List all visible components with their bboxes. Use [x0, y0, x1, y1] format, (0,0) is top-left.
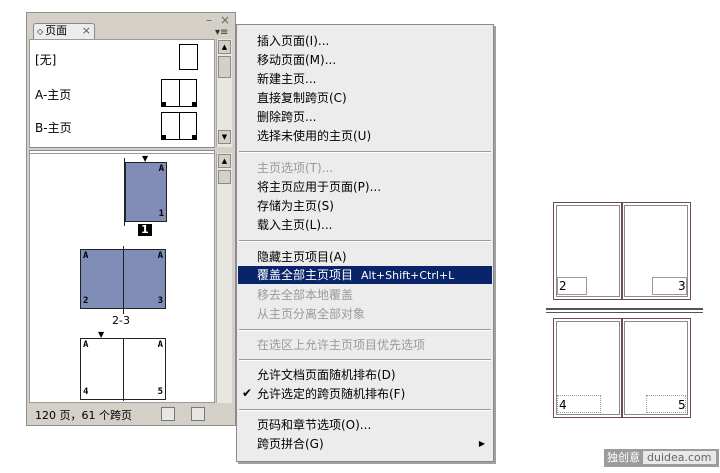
document-pages-list: ▼ A 1 1 A A 2 3 2-3 ▼ A A 4 5 [29, 153, 215, 403]
menu-separator [239, 359, 491, 361]
check-icon: ✔ [242, 386, 253, 400]
new-page-icon[interactable] [161, 407, 175, 421]
menu-item-duplicate-spread[interactable]: 直接复制跨页(C) [257, 89, 347, 107]
spread-number-2-3: 2-3 [112, 314, 130, 327]
master-thumbnail[interactable] [161, 79, 197, 107]
illus-page-number: 5 [678, 398, 686, 412]
tab-close-icon[interactable]: × [82, 24, 91, 38]
menu-item-hide-master-items[interactable]: 隐藏主页项目(A) [257, 248, 347, 266]
panel-menu-icon[interactable]: ▾≡ [215, 27, 228, 38]
watermark-brand: 独创意 [607, 451, 640, 464]
tab-label: 页面 [45, 24, 68, 37]
menu-item-select-unused-masters[interactable]: 选择未使用的主页(U) [257, 127, 371, 145]
illus-page-number: 4 [559, 398, 567, 412]
panel-title-bar: ◇ 页面 × – × ▾≡ [27, 13, 235, 39]
menu-item-allow-master-overrides: 在选区上允许主页项目优先选项 [257, 338, 426, 352]
menu-item-remove-local-overrides: 移去全部本地覆盖 [257, 288, 354, 302]
panel-flyout-menu: 插入页面(I)... 移动页面(M)... 新建主页... 直接复制跨页(C) … [236, 24, 494, 462]
page-thumbnail-1[interactable]: A 1 [125, 162, 167, 222]
menu-item-save-as-master[interactable]: 存储为主页(S) [257, 197, 334, 215]
panel-divider[interactable] [29, 147, 215, 151]
panel-status-bar: 120 页，61 个跨页 [27, 405, 235, 425]
watermark-site: duidea.com [643, 451, 716, 464]
master-thumbnail[interactable] [161, 112, 197, 140]
menu-item-spread-flattening[interactable]: 跨页拼合(G) [257, 435, 324, 453]
spread-illustration-bottom: 4 5 [553, 318, 691, 418]
minimize-icon[interactable]: – [206, 13, 212, 27]
master-thumbnail[interactable] [179, 44, 198, 70]
illus-page-number: 3 [678, 279, 686, 293]
close-icon[interactable]: × [220, 13, 230, 27]
watermark: 独创意 duidea.com [604, 449, 719, 467]
menu-item-insert-pages[interactable]: 插入页面(I)... [257, 32, 329, 50]
pages-scrollbar[interactable]: ▲ [216, 153, 232, 403]
master-item-a[interactable]: A-主页 [30, 77, 216, 109]
spread-thumbnail-4-5[interactable]: A A 4 5 [80, 338, 166, 401]
menu-item-load-masters[interactable]: 载入主页(L)... [257, 216, 333, 234]
menu-item-master-options: 主页选项(T)... [257, 161, 334, 175]
master-label: A-主页 [35, 88, 72, 102]
page-count-text: 120 页，61 个跨页 [35, 409, 132, 422]
menu-item-apply-master[interactable]: 将主页应用于页面(P)... [257, 178, 381, 196]
menu-item-allow-document-pages-shuffle[interactable]: 允许文档页面随机排布(D) [257, 366, 396, 384]
menu-separator [239, 240, 491, 242]
menu-separator [239, 329, 491, 331]
menu-item-detach-all-objects: 从主页分离全部对象 [257, 307, 366, 321]
page-number-1: 1 [138, 224, 152, 236]
pages-panel: ◇ 页面 × – × ▾≡ [无] A-主页 B-主页 ▲ ▼ ▼ A 1 1 … [26, 12, 236, 426]
scroll-thumb[interactable] [218, 56, 231, 78]
menu-item-label: 覆盖全部主页项目 [257, 268, 354, 282]
menu-item-allow-spread-shuffle[interactable]: 允许选定的跨页随机排布(F) [257, 385, 405, 403]
master-label: [无] [35, 53, 57, 67]
scroll-up-icon[interactable]: ▲ [218, 40, 231, 54]
menu-item-delete-spread[interactable]: 删除跨页... [257, 108, 316, 126]
master-pages-list: [无] A-主页 B-主页 [29, 39, 215, 155]
spread-illustration-top: 2 3 [553, 202, 691, 300]
master-item-none[interactable]: [无] [30, 42, 216, 74]
masters-scrollbar[interactable]: ▲ ▼ [216, 39, 232, 147]
trash-icon[interactable] [191, 407, 205, 421]
master-label: B-主页 [35, 121, 72, 135]
tab-pages[interactable]: ◇ 页面 × [33, 23, 95, 39]
scroll-up-icon[interactable]: ▲ [218, 154, 231, 168]
submenu-arrow-icon: ▶ [478, 439, 485, 448]
menu-item-new-master[interactable]: 新建主页... [257, 70, 316, 88]
menu-shortcut: Alt+Shift+Ctrl+L [361, 269, 455, 282]
tab-arrow-icon: ◇ [37, 27, 44, 36]
illus-page-number: 2 [559, 279, 567, 293]
menu-item-override-all-master-items[interactable]: 覆盖全部主页项目 Alt+Shift+Ctrl+L [238, 266, 492, 284]
scroll-thumb[interactable] [218, 170, 231, 184]
menu-item-move-pages[interactable]: 移动页面(M)... [257, 51, 336, 69]
master-item-b[interactable]: B-主页 [30, 110, 216, 142]
spread-thumbnail-2-3[interactable]: A A 2 3 [80, 246, 166, 314]
menu-item-numbering-options[interactable]: 页码和章节选项(O)... [257, 416, 371, 434]
menu-separator [239, 151, 491, 153]
scroll-down-icon[interactable]: ▼ [218, 130, 231, 144]
menu-separator [239, 409, 491, 411]
illustration-divider [546, 308, 703, 313]
